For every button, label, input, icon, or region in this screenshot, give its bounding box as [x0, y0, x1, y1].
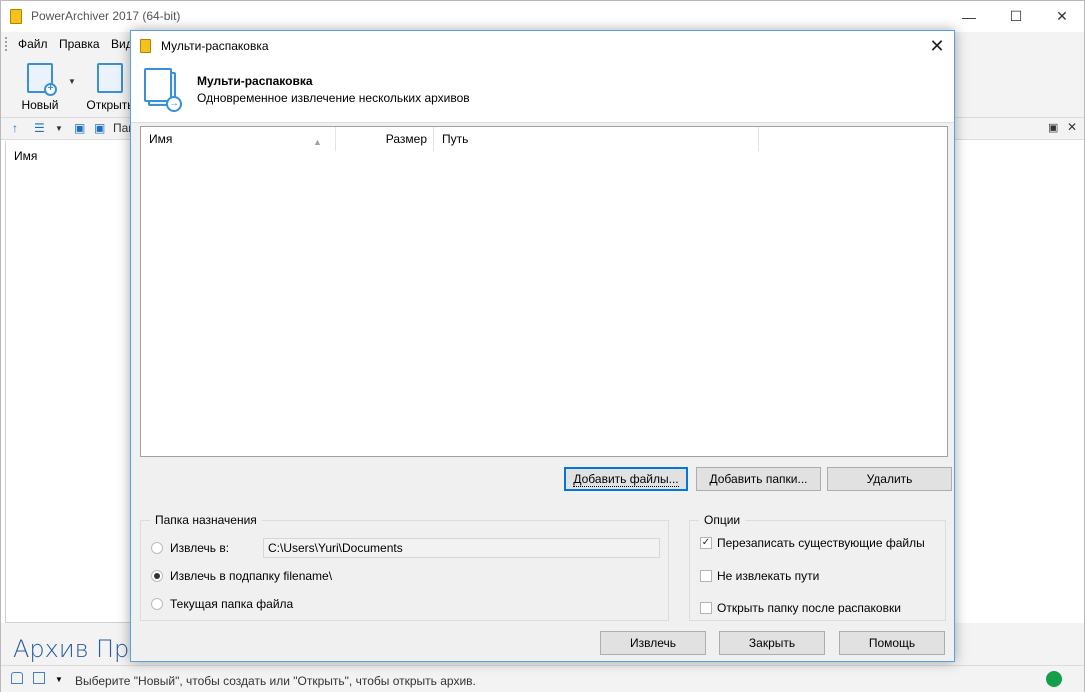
- radio-current-folder-label: Текущая папка файла: [170, 597, 294, 611]
- column-header-path[interactable]: Путь: [434, 127, 759, 151]
- layout-icon[interactable]: [33, 672, 45, 684]
- add-folders-button[interactable]: Добавить папки...: [696, 467, 821, 491]
- view-dropdown-caret-icon[interactable]: ▼: [55, 124, 63, 133]
- header-title: Мульти-распаковка: [197, 74, 313, 88]
- dialog-app-icon: [140, 39, 151, 53]
- radio-subfolder-label: Извлечь в подпапку filename\: [170, 569, 333, 583]
- overwrite-label: Перезаписать существующие файлы: [717, 536, 925, 550]
- panel-icon[interactable]: ▣: [74, 121, 85, 135]
- multi-extract-icon: →: [144, 68, 182, 112]
- header-subtitle: Одновременное извлечение нескольких архи…: [197, 91, 470, 105]
- archive-list[interactable]: Имя ▲ Размер Путь: [140, 126, 948, 457]
- no-paths-checkbox[interactable]: [700, 570, 712, 582]
- minimize-button[interactable]: —: [946, 1, 992, 32]
- destination-path-field[interactable]: C:\Users\Yuri\Documents: [263, 538, 660, 558]
- options-legend: Опции: [699, 513, 746, 527]
- new-archive-button[interactable]: + Новый: [19, 59, 61, 112]
- dialog-title: Мульти-распаковка: [161, 39, 269, 53]
- column-header-size[interactable]: Размер: [336, 127, 434, 151]
- maximize-button[interactable]: ☐: [993, 1, 1039, 32]
- no-paths-label: Не извлекать пути: [717, 569, 820, 583]
- destination-group: Папка назначения Извлечь в: C:\Users\Yur…: [140, 513, 669, 621]
- menubar-grip: [5, 37, 9, 51]
- close-button[interactable]: Закрыть: [719, 631, 825, 655]
- restore-pane-icon[interactable]: ▣: [1048, 121, 1058, 134]
- app-icon: [10, 9, 22, 24]
- open-folder-checkbox[interactable]: [700, 602, 712, 614]
- open-archive-button[interactable]: Открыть: [85, 59, 135, 112]
- dialog-close-button[interactable]: ✕: [920, 31, 954, 61]
- column-header-name-label: Имя: [149, 132, 173, 146]
- archive-list-header: Имя ▲ Размер Путь: [141, 127, 947, 151]
- options-group: Опции ✓ Перезаписать существующие файлы …: [689, 513, 946, 621]
- remove-button[interactable]: Удалить: [827, 467, 952, 491]
- app-title: PowerArchiver 2017 (64-bit): [31, 9, 181, 23]
- overwrite-checkbox[interactable]: ✓: [700, 537, 712, 549]
- dialog-header: → Мульти-распаковка Одновременное извлеч…: [131, 61, 954, 123]
- menu-file[interactable]: Файл: [18, 37, 48, 51]
- close-window-button[interactable]: ✕: [1039, 1, 1085, 32]
- main-titlebar: PowerArchiver 2017 (64-bit) — ☐ ✕: [1, 1, 1084, 32]
- new-dropdown-caret-icon[interactable]: ▼: [68, 77, 76, 86]
- column-name-header[interactable]: Имя: [14, 149, 37, 163]
- new-archive-label: Новый: [21, 98, 59, 112]
- sort-ascending-icon: ▲: [313, 137, 322, 147]
- new-archive-icon: +: [27, 63, 57, 96]
- radio-extract-to-circle[interactable]: [151, 542, 163, 554]
- dialog-titlebar: Мульти-распаковка ✕: [131, 31, 954, 61]
- tab-archive[interactable]: Архив: [13, 635, 89, 663]
- radio-subfolder-circle[interactable]: [151, 570, 163, 582]
- close-pane-icon[interactable]: ✕: [1067, 120, 1077, 134]
- up-arrow-icon[interactable]: ↑: [12, 121, 18, 135]
- extract-button[interactable]: Извлечь: [600, 631, 706, 655]
- lock-icon[interactable]: [11, 672, 23, 684]
- file-list-pane: Имя: [5, 141, 135, 623]
- view-list-icon[interactable]: ☰: [34, 121, 45, 135]
- statusbar: ▼ Выберите "Новый", чтобы создать или "О…: [1, 665, 1084, 692]
- radio-extract-to-label: Извлечь в:: [170, 541, 230, 555]
- open-archive-icon: [97, 63, 123, 93]
- layout-dropdown-caret-icon[interactable]: ▼: [55, 675, 63, 684]
- status-text: Выберите "Новый", чтобы создать или "Отк…: [75, 674, 476, 688]
- open-folder-label: Открыть папку после распаковки: [717, 601, 901, 615]
- column-header-name[interactable]: Имя ▲: [141, 127, 336, 151]
- menu-edit[interactable]: Правка: [59, 37, 100, 51]
- status-indicator: [1046, 671, 1062, 687]
- help-button[interactable]: Помощь: [839, 631, 945, 655]
- right-pane: [956, 141, 1082, 623]
- panel-toggle-icon[interactable]: ▣: [94, 121, 105, 135]
- open-archive-label: Открыть: [86, 98, 134, 112]
- radio-current-folder-circle[interactable]: [151, 598, 163, 610]
- multi-extract-dialog: Мульти-распаковка ✕ → Мульти-распаковка …: [130, 30, 955, 662]
- add-files-button[interactable]: Добавить файлы...: [564, 467, 688, 491]
- destination-legend: Папка назначения: [150, 513, 262, 527]
- add-files-label: Добавить файлы...: [573, 472, 679, 487]
